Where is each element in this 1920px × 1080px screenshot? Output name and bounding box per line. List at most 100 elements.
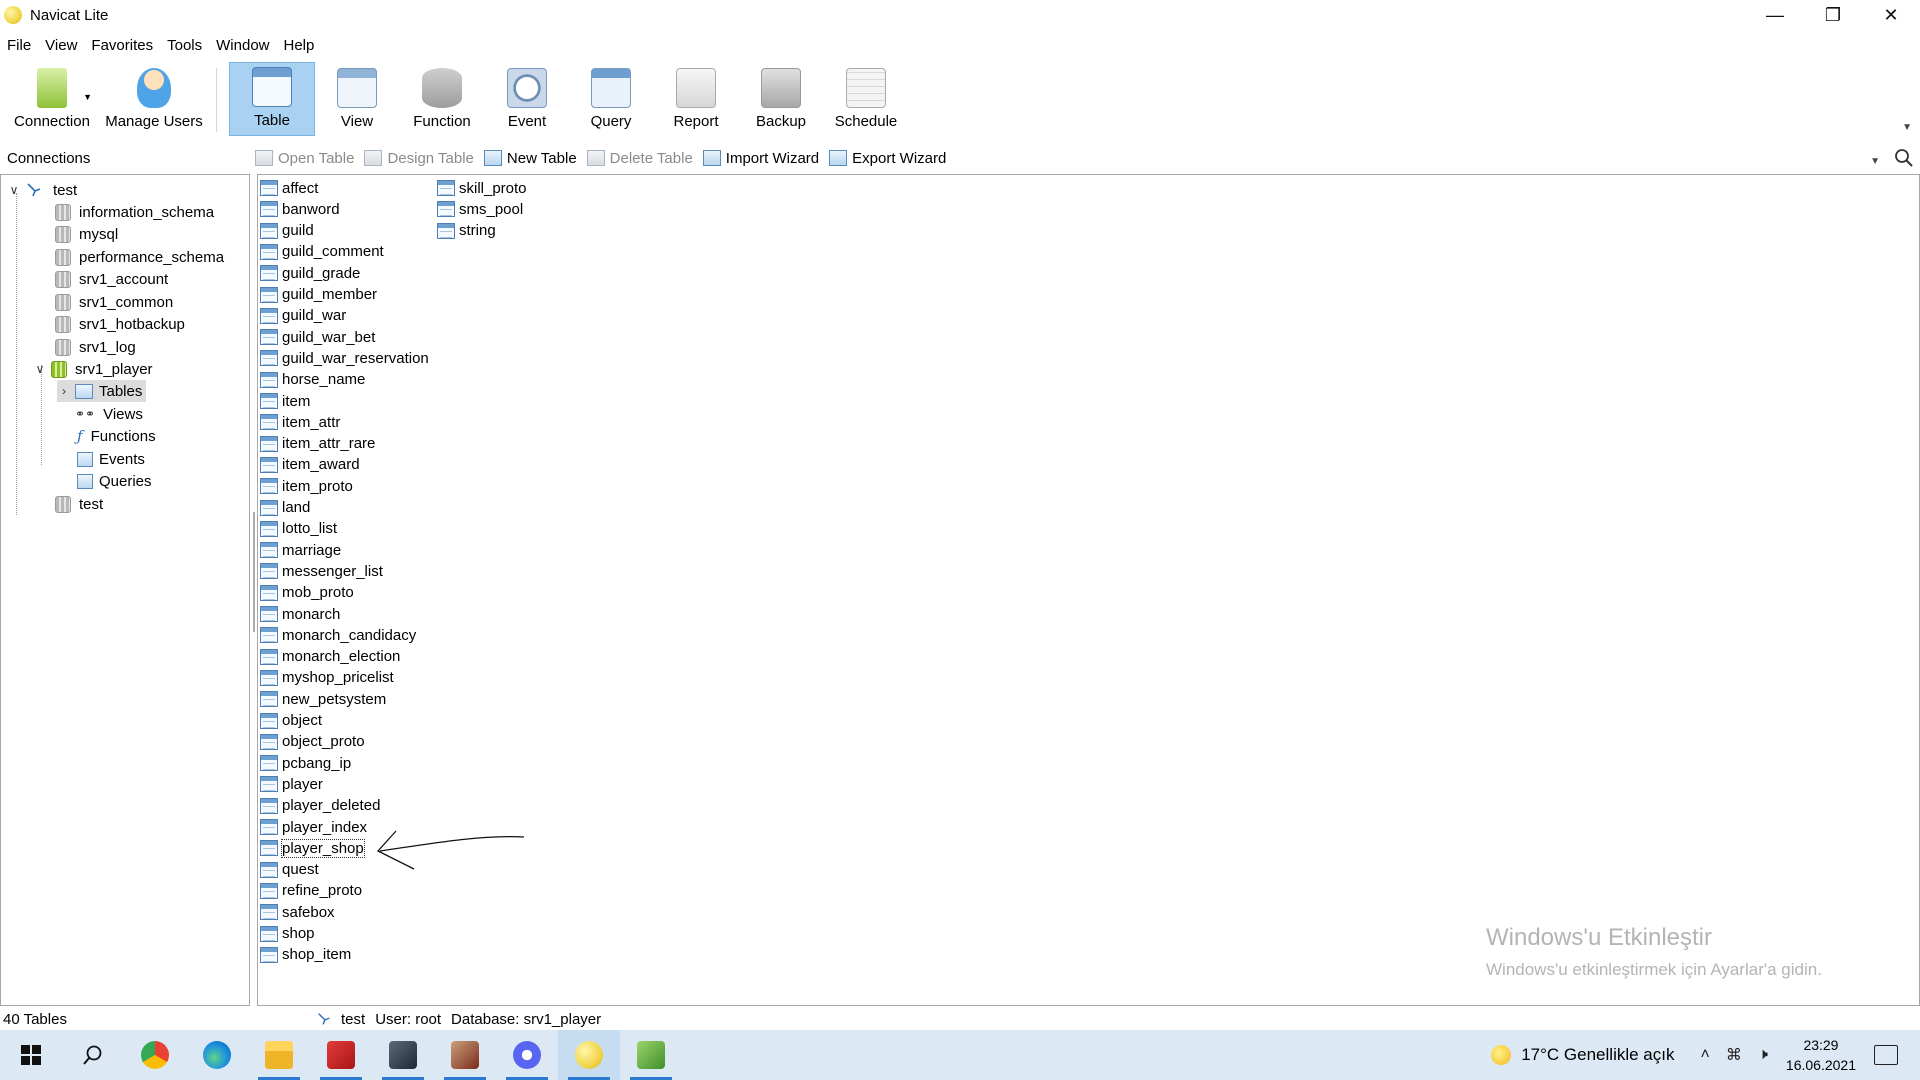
- schedule-button[interactable]: Schedule: [823, 62, 909, 136]
- table-list[interactable]: affect banword guild guild_comment guild_gra…: [257, 174, 1920, 1006]
- table-item[interactable]: monarch: [260, 604, 340, 624]
- tree-node-tables[interactable]: › Tables: [57, 380, 147, 402]
- app-button[interactable]: [372, 1030, 434, 1080]
- table-item[interactable]: item_proto: [260, 476, 353, 496]
- table-item[interactable]: mob_proto: [260, 583, 354, 603]
- view-button[interactable]: View: [315, 62, 399, 136]
- tree-db-srv1-hotbackup[interactable]: srv1_hotbackup: [55, 313, 185, 335]
- tree-node-functions[interactable]: ƒ Functions: [77, 425, 156, 447]
- table-item[interactable]: myshop_pricelist: [260, 668, 394, 688]
- table-item[interactable]: skill_proto: [437, 178, 527, 198]
- export-wizard-button[interactable]: Export Wizard: [829, 150, 946, 167]
- table-item[interactable]: string: [437, 221, 496, 241]
- table-item[interactable]: affect: [260, 178, 318, 198]
- pdf-app-button[interactable]: [310, 1030, 372, 1080]
- event-button[interactable]: Event: [485, 62, 569, 136]
- table-item[interactable]: land: [260, 498, 310, 518]
- delete-table-button[interactable]: Delete Table: [586, 150, 693, 167]
- table-item[interactable]: marriage: [260, 540, 341, 560]
- actions-overflow-icon[interactable]: ▼: [1870, 156, 1880, 167]
- notification-icon[interactable]: [1874, 1045, 1898, 1065]
- connection-button[interactable]: Connection ▼: [0, 62, 104, 136]
- tree-db-srv1-account[interactable]: srv1_account: [55, 268, 168, 290]
- table-item[interactable]: guild_war_reservation: [260, 348, 429, 368]
- open-table-button[interactable]: Open Table: [255, 150, 354, 167]
- tree-db-srv1-common[interactable]: srv1_common: [55, 291, 173, 313]
- table-button[interactable]: Table: [229, 62, 315, 136]
- table-item[interactable]: player_index: [260, 817, 367, 837]
- table-item[interactable]: guild_war: [260, 306, 346, 326]
- query-button[interactable]: Query: [569, 62, 653, 136]
- table-item[interactable]: player_shop: [260, 838, 365, 858]
- menu-view[interactable]: View: [38, 37, 84, 54]
- table-item[interactable]: guild_war_bet: [260, 327, 375, 347]
- table-item[interactable]: lotto_list: [260, 519, 337, 539]
- chrome-button[interactable]: [124, 1030, 186, 1080]
- report-button[interactable]: Report: [653, 62, 739, 136]
- table-item[interactable]: item: [260, 391, 310, 411]
- table-item[interactable]: player: [260, 774, 323, 794]
- table-item[interactable]: shop_item: [260, 945, 351, 965]
- tree-node-queries[interactable]: Queries: [77, 470, 152, 492]
- search-button[interactable]: [62, 1030, 124, 1080]
- table-item[interactable]: player_deleted: [260, 796, 380, 816]
- collapse-icon[interactable]: ∨: [7, 183, 21, 197]
- edge-button[interactable]: [186, 1030, 248, 1080]
- game-app-button[interactable]: [434, 1030, 496, 1080]
- menu-help[interactable]: Help: [277, 37, 322, 54]
- table-item[interactable]: object: [260, 711, 322, 731]
- table-item[interactable]: item_attr: [260, 412, 340, 432]
- expand-icon[interactable]: ›: [57, 384, 71, 398]
- design-table-button[interactable]: Design Table: [364, 150, 474, 167]
- table-item[interactable]: horse_name: [260, 370, 365, 390]
- tree-db-test[interactable]: test: [55, 493, 103, 515]
- toolbar-overflow-icon[interactable]: ▼: [1902, 122, 1912, 133]
- menu-window[interactable]: Window: [209, 37, 276, 54]
- volume-muted-icon[interactable]: 🕨: [1758, 1046, 1768, 1064]
- collapse-icon[interactable]: ∨: [33, 362, 47, 376]
- chevron-up-icon[interactable]: ˄: [1700, 1046, 1709, 1064]
- table-item[interactable]: guild_member: [260, 285, 377, 305]
- menu-file[interactable]: File: [0, 37, 38, 54]
- import-wizard-button[interactable]: Import Wizard: [702, 150, 819, 167]
- navicat-button[interactable]: [558, 1030, 620, 1080]
- weather-widget[interactable]: 17°C Genellikle açık: [1491, 1045, 1674, 1065]
- start-button[interactable]: [0, 1030, 62, 1080]
- table-item[interactable]: safebox: [260, 902, 335, 922]
- connections-tree[interactable]: ∨ test information_schema mysql performa…: [0, 174, 250, 1006]
- new-table-button[interactable]: New Table: [483, 150, 577, 167]
- tree-db-information-schema[interactable]: information_schema: [55, 201, 214, 223]
- discord-button[interactable]: [496, 1030, 558, 1080]
- tree-node-events[interactable]: Events: [77, 448, 145, 470]
- table-item[interactable]: messenger_list: [260, 561, 383, 581]
- tree-connection-test[interactable]: ∨ test: [7, 179, 78, 201]
- menu-favorites[interactable]: Favorites: [84, 37, 160, 54]
- search-icon[interactable]: [1894, 148, 1914, 168]
- tree-node-views[interactable]: ⚭⚭ Views: [75, 403, 143, 425]
- table-item[interactable]: shop: [260, 924, 315, 944]
- minimize-icon[interactable]: —: [1746, 0, 1804, 30]
- manage-users-button[interactable]: Manage Users: [104, 62, 204, 136]
- table-item[interactable]: guild_grade: [260, 263, 360, 283]
- table-item[interactable]: refine_proto: [260, 881, 362, 901]
- table-item[interactable]: quest: [260, 860, 319, 880]
- table-item[interactable]: item_attr_rare: [260, 434, 375, 454]
- tree-db-performance-schema[interactable]: performance_schema: [55, 246, 224, 268]
- table-item[interactable]: guild_comment: [260, 242, 384, 262]
- backup-button[interactable]: Backup: [739, 62, 823, 136]
- close-icon[interactable]: ✕: [1862, 0, 1920, 30]
- table-item[interactable]: sms_pool: [437, 199, 523, 219]
- table-item[interactable]: new_petsystem: [260, 689, 386, 709]
- tree-db-mysql[interactable]: mysql: [55, 223, 118, 245]
- editor-button[interactable]: [620, 1030, 682, 1080]
- table-item[interactable]: monarch_election: [260, 647, 400, 667]
- restore-icon[interactable]: ❐: [1804, 0, 1862, 30]
- table-item[interactable]: guild: [260, 221, 314, 241]
- table-item[interactable]: object_proto: [260, 732, 365, 752]
- table-item[interactable]: pcbang_ip: [260, 753, 351, 773]
- tree-db-srv1-log[interactable]: srv1_log: [55, 336, 136, 358]
- chevron-down-icon[interactable]: ▼: [83, 92, 92, 102]
- menu-tools[interactable]: Tools: [160, 37, 209, 54]
- table-item[interactable]: monarch_candidacy: [260, 625, 416, 645]
- network-icon[interactable]: ⌘: [1726, 1045, 1742, 1065]
